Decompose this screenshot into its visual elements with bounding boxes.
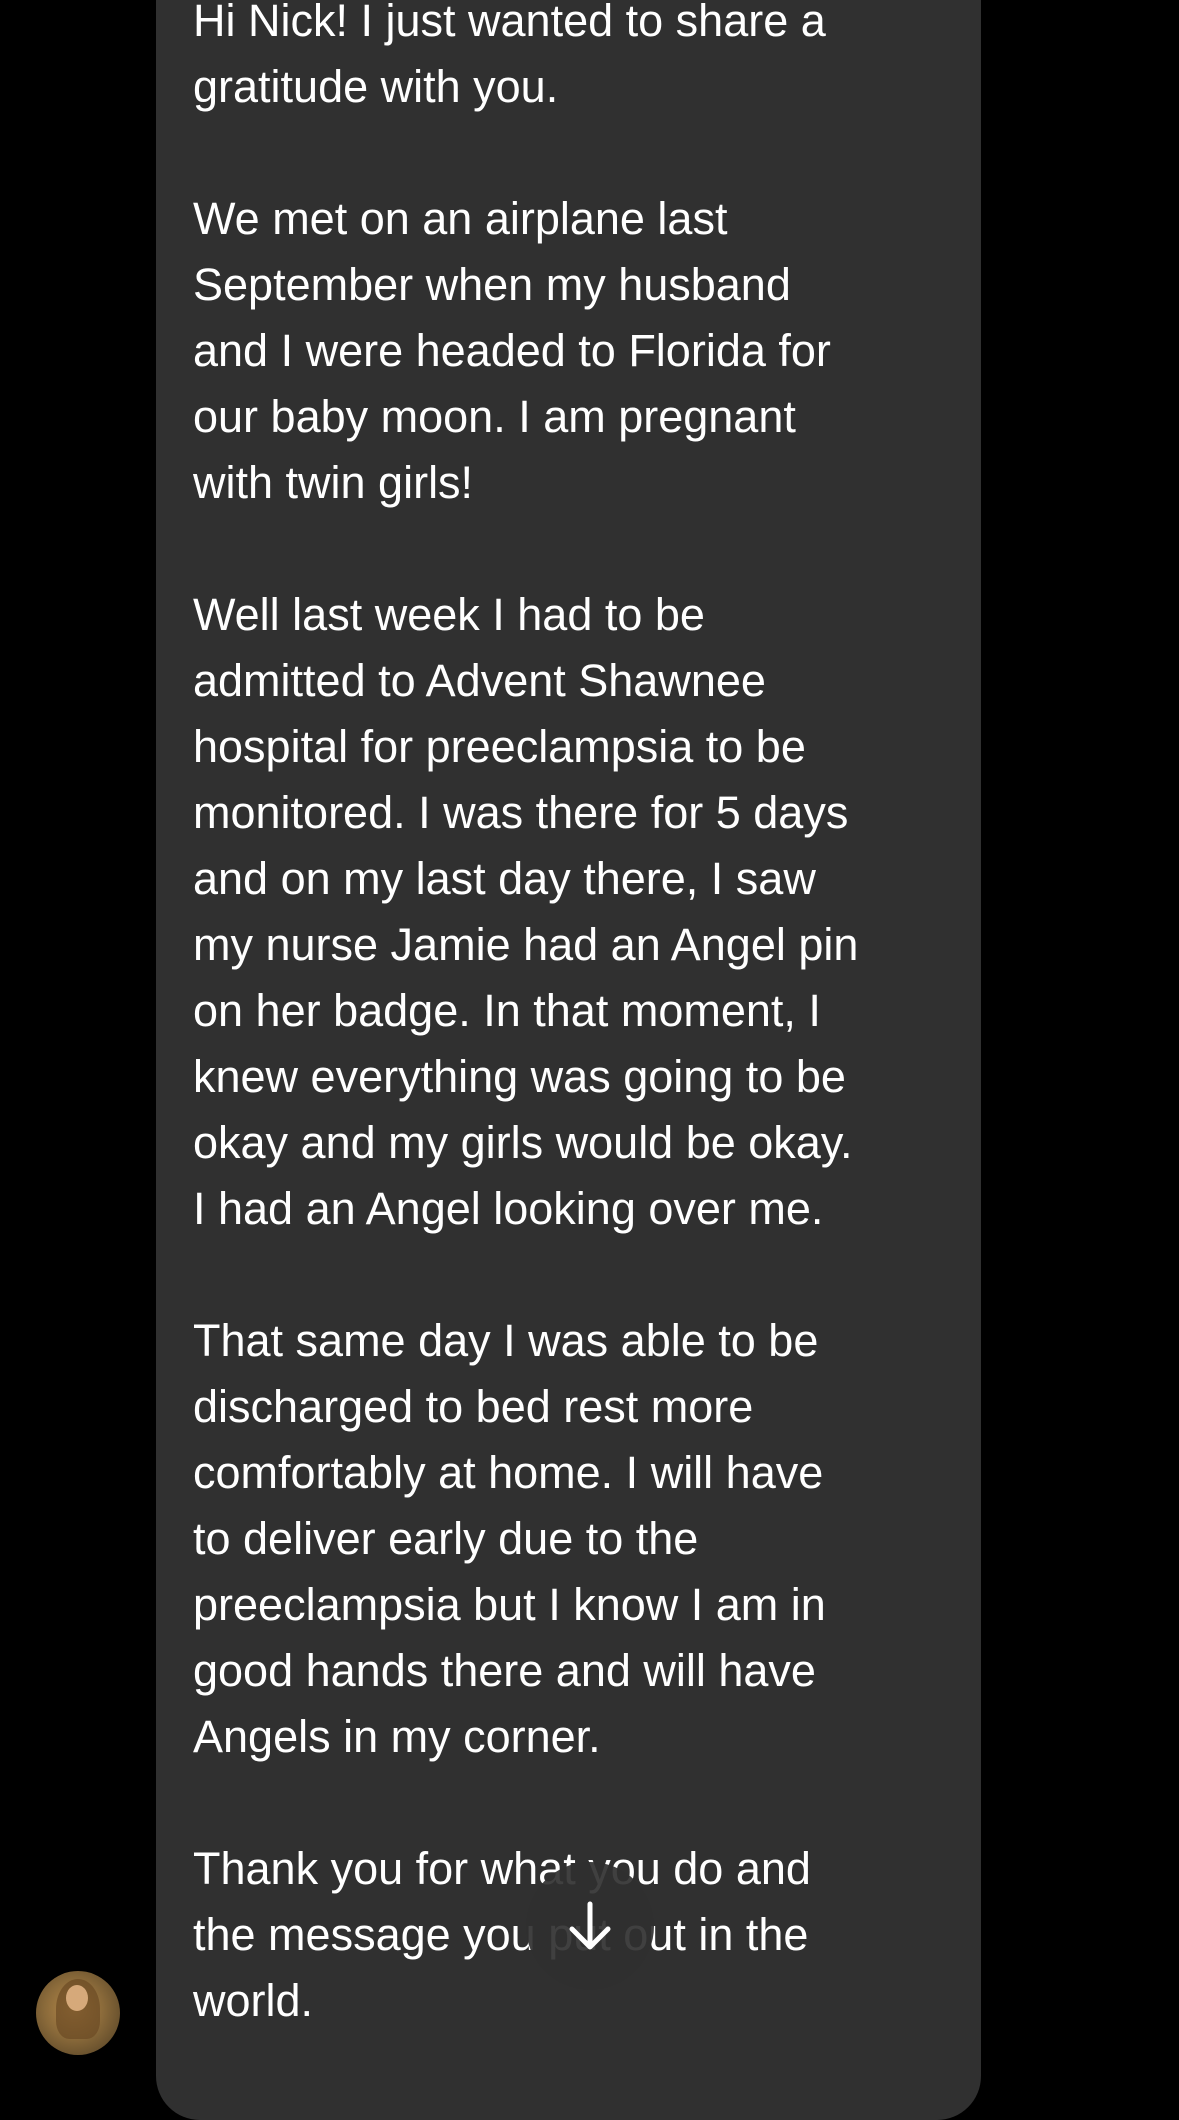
- sender-avatar[interactable]: [36, 1971, 120, 2055]
- incoming-message-bubble[interactable]: Hi Nick! I just wanted to share a gratit…: [156, 0, 981, 2120]
- avatar-face: [66, 1985, 88, 2011]
- message-thread[interactable]: Hi Nick! I just wanted to share a gratit…: [0, 0, 1179, 2120]
- arrow-down-icon: [569, 1901, 611, 1950]
- message-text: Hi Nick! I just wanted to share a gratit…: [193, 0, 859, 2026]
- scroll-to-bottom-button[interactable]: [526, 1862, 654, 1990]
